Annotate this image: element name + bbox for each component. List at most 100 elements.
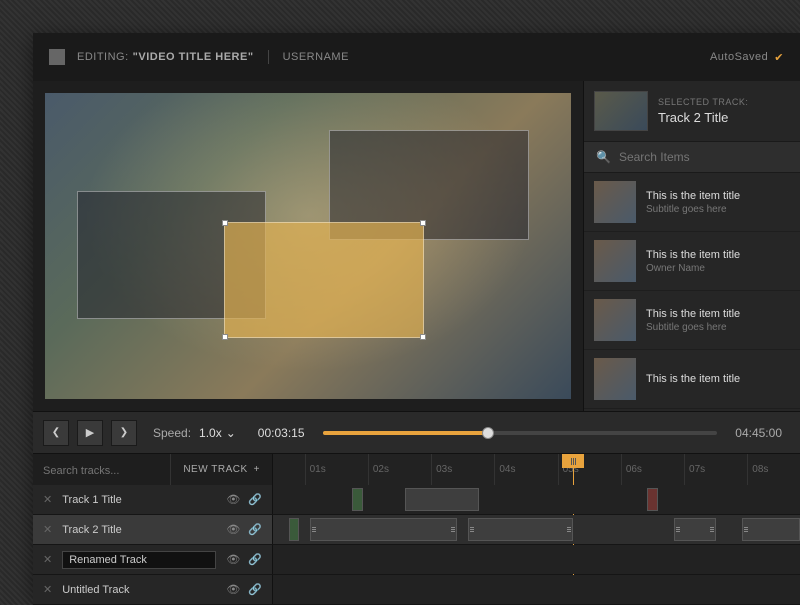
track-lane[interactable] bbox=[273, 515, 800, 544]
clip[interactable] bbox=[468, 518, 573, 541]
eye-icon[interactable]: 👁 bbox=[226, 523, 240, 536]
search-icon: 🔍 bbox=[596, 150, 611, 164]
ruler-tick: 02s bbox=[368, 454, 389, 485]
new-track-label: NEW TRACK bbox=[183, 464, 247, 475]
item-subtitle: Subtitle goes here bbox=[646, 322, 740, 333]
close-icon[interactable]: ✕ bbox=[43, 523, 52, 536]
selected-track-title: Track 2 Title bbox=[658, 110, 748, 125]
selected-track-label: SELECTED TRACK: bbox=[658, 97, 748, 107]
track-row: ✕ Renamed Track 👁 🔗 bbox=[33, 545, 800, 575]
clip[interactable] bbox=[674, 518, 716, 541]
resize-handle[interactable] bbox=[420, 220, 426, 226]
chevron-down-icon: ⌄ bbox=[226, 426, 236, 440]
eye-icon[interactable]: 👁 bbox=[226, 493, 240, 506]
username: USERNAME bbox=[283, 51, 349, 63]
preview-canvas[interactable] bbox=[45, 93, 571, 399]
clip[interactable] bbox=[310, 518, 458, 541]
preview-panel bbox=[33, 81, 583, 411]
track-name[interactable]: Untitled Track bbox=[62, 584, 216, 596]
track-controls-header: NEW TRACK + bbox=[33, 454, 273, 485]
clip[interactable] bbox=[647, 488, 658, 511]
plus-icon: + bbox=[254, 464, 260, 475]
ruler-tick: 08s bbox=[747, 454, 768, 485]
main: SELECTED TRACK: Track 2 Title 🔍 This is … bbox=[33, 81, 800, 411]
prev-button[interactable]: ❮ bbox=[43, 420, 69, 446]
clip[interactable] bbox=[742, 518, 800, 541]
play-button[interactable]: ▶ bbox=[77, 420, 103, 446]
track-row: ✕ Track 1 Title 👁 🔗 bbox=[33, 485, 800, 515]
item-thumb bbox=[594, 240, 636, 282]
ruler-tick: 01s bbox=[305, 454, 326, 485]
video-title: "VIDEO TITLE HERE" bbox=[133, 51, 254, 63]
search-input[interactable] bbox=[619, 150, 788, 164]
item-subtitle: Owner Name bbox=[646, 263, 740, 274]
selected-track-thumb bbox=[594, 91, 648, 131]
speed-dropdown[interactable]: 1.0x ⌄ bbox=[199, 426, 236, 440]
item-title: This is the item title bbox=[646, 308, 740, 320]
ruler-tick: 04s bbox=[494, 454, 515, 485]
speed-label: Speed: bbox=[153, 426, 191, 440]
autosaved-label: AutoSaved bbox=[710, 51, 768, 63]
list-item[interactable]: This is the item title Subtitle goes her… bbox=[584, 291, 800, 350]
eye-icon[interactable]: 👁 bbox=[226, 553, 240, 566]
item-thumb bbox=[594, 181, 636, 223]
close-icon[interactable]: ✕ bbox=[43, 583, 52, 596]
item-thumb bbox=[594, 358, 636, 400]
search-tracks-input[interactable] bbox=[43, 465, 160, 477]
autosaved-status: AutoSaved ✔ bbox=[710, 51, 784, 64]
link-icon[interactable]: 🔗 bbox=[248, 523, 262, 536]
selected-track-panel: SELECTED TRACK: Track 2 Title bbox=[584, 81, 800, 141]
track-lane[interactable] bbox=[273, 485, 800, 514]
ruler-tick: 07s bbox=[684, 454, 705, 485]
close-icon[interactable]: ✕ bbox=[43, 553, 52, 566]
sidebar: SELECTED TRACK: Track 2 Title 🔍 This is … bbox=[583, 81, 800, 411]
app-window: EDITING: "VIDEO TITLE HERE" USERNAME Aut… bbox=[33, 33, 800, 600]
overlay-region-selected[interactable] bbox=[224, 222, 424, 338]
link-icon[interactable]: 🔗 bbox=[248, 583, 262, 596]
timeline-ruler[interactable]: 01s 02s 03s 04s 05s 06s 07s 08s bbox=[273, 454, 800, 485]
eye-icon[interactable]: 👁 bbox=[226, 583, 240, 596]
check-icon: ✔ bbox=[774, 51, 784, 64]
resize-handle[interactable] bbox=[420, 334, 426, 340]
topbar: EDITING: "VIDEO TITLE HERE" USERNAME Aut… bbox=[33, 33, 800, 81]
editing-label: EDITING: bbox=[77, 51, 129, 63]
resize-handle[interactable] bbox=[222, 220, 228, 226]
current-time: 00:03:15 bbox=[258, 426, 305, 440]
track-head: ✕ Track 1 Title 👁 🔗 bbox=[33, 485, 273, 514]
playback-controls: ❮ ▶ ❯ Speed: 1.0x ⌄ 00:03:15 04:45:00 bbox=[33, 411, 800, 453]
close-icon[interactable]: ✕ bbox=[43, 493, 52, 506]
timeline-header: NEW TRACK + 01s 02s 03s 04s 05s 06s 07s … bbox=[33, 453, 800, 485]
item-subtitle: Subtitle goes here bbox=[646, 204, 740, 215]
track-name-input[interactable]: Renamed Track bbox=[62, 551, 216, 569]
link-icon[interactable]: 🔗 bbox=[248, 493, 262, 506]
scrubber-handle[interactable] bbox=[482, 427, 494, 439]
scrubber[interactable] bbox=[323, 431, 718, 435]
ruler-tick: 03s bbox=[431, 454, 452, 485]
items-list[interactable]: This is the item title Subtitle goes her… bbox=[584, 173, 800, 411]
duration: 04:45:00 bbox=[735, 426, 782, 440]
list-item[interactable]: This is the item title bbox=[584, 350, 800, 409]
list-item[interactable]: This is the item title Owner Name bbox=[584, 232, 800, 291]
divider bbox=[268, 50, 269, 64]
clip[interactable] bbox=[405, 488, 479, 511]
link-icon[interactable]: 🔗 bbox=[248, 553, 262, 566]
list-item[interactable]: This is the item title Subtitle goes her… bbox=[584, 173, 800, 232]
next-button[interactable]: ❯ bbox=[111, 420, 137, 446]
search-tracks[interactable] bbox=[33, 461, 170, 479]
track-lane[interactable] bbox=[273, 545, 800, 574]
track-name[interactable]: Track 2 Title bbox=[62, 524, 216, 536]
new-track-button[interactable]: NEW TRACK + bbox=[170, 454, 272, 485]
track-name[interactable]: Track 1 Title bbox=[62, 494, 216, 506]
item-title: This is the item title bbox=[646, 190, 740, 202]
item-title: This is the item title bbox=[646, 249, 740, 261]
resize-handle[interactable] bbox=[222, 334, 228, 340]
clip[interactable] bbox=[352, 488, 363, 511]
playhead[interactable] bbox=[562, 454, 584, 468]
track-head: ✕ Track 2 Title 👁 🔗 bbox=[33, 515, 273, 544]
item-thumb bbox=[594, 299, 636, 341]
clip[interactable] bbox=[289, 518, 300, 541]
scrubber-fill bbox=[323, 431, 489, 435]
sidebar-search[interactable]: 🔍 bbox=[584, 141, 800, 173]
track-head: ✕ Renamed Track 👁 🔗 bbox=[33, 545, 273, 574]
track-row: ✕ Track 2 Title 👁 🔗 bbox=[33, 515, 800, 545]
